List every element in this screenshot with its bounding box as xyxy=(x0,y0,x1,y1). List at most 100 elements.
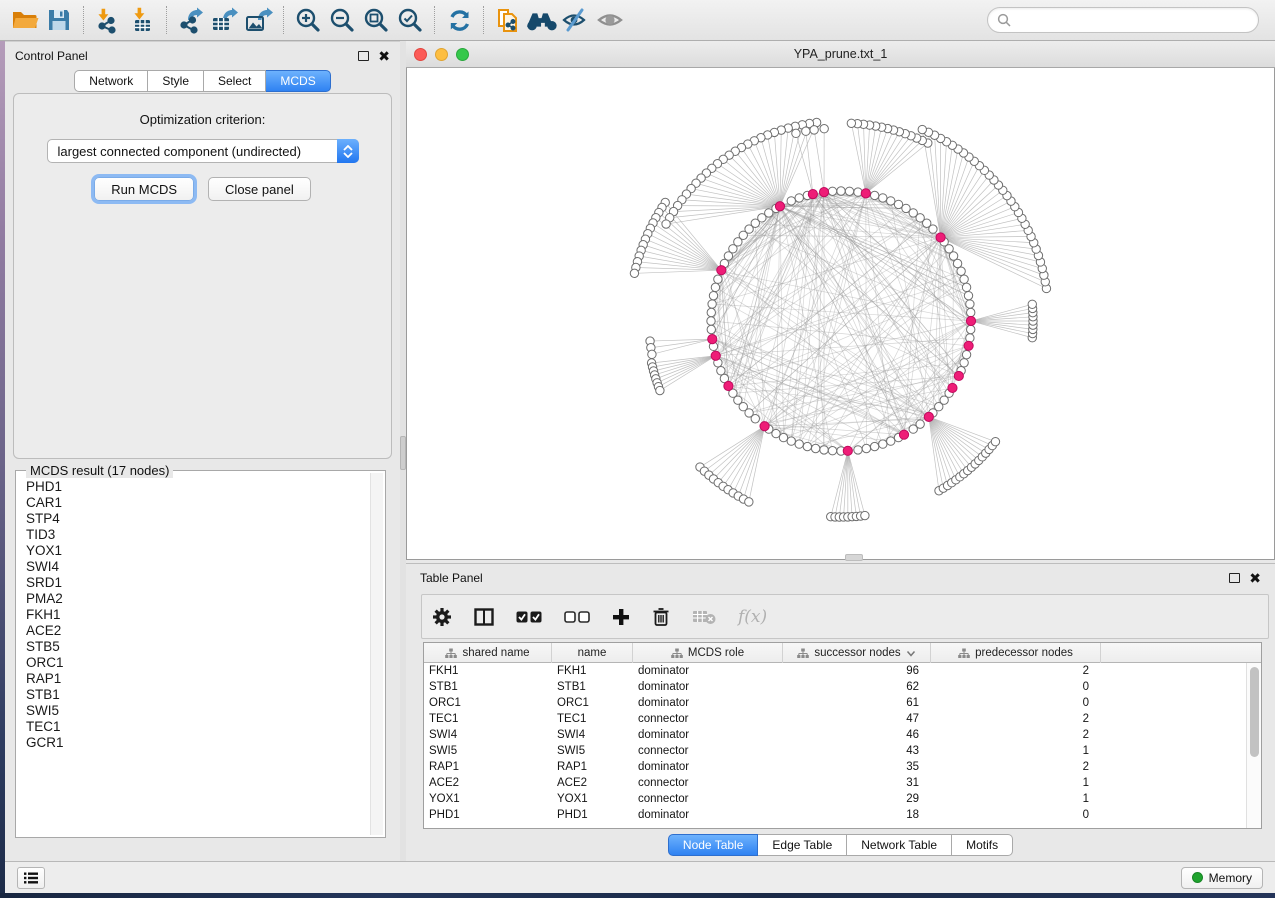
mcds-result-item[interactable]: SWI5 xyxy=(26,703,369,719)
table-cell[interactable]: 0 xyxy=(931,697,1101,709)
table-cell[interactable]: RAP1 xyxy=(552,761,633,773)
graph-node[interactable] xyxy=(887,437,895,445)
table-cell[interactable]: dominator xyxy=(633,665,783,677)
tab-motifs[interactable]: Motifs xyxy=(952,834,1013,856)
float-table-panel-icon[interactable] xyxy=(1229,573,1240,583)
table-cell[interactable]: 2 xyxy=(931,729,1101,741)
table-cell[interactable]: 29 xyxy=(783,793,931,805)
hide-selected-button[interactable] xyxy=(559,4,593,36)
graph-node[interactable] xyxy=(1028,300,1036,308)
graph-node[interactable] xyxy=(714,275,722,283)
graph-node[interactable] xyxy=(648,350,656,358)
graph-hub-node[interactable] xyxy=(899,430,908,439)
table-cell[interactable]: PHD1 xyxy=(424,809,552,821)
search-input[interactable] xyxy=(1016,13,1249,27)
graph-node[interactable] xyxy=(967,308,975,316)
graph-node[interactable] xyxy=(828,447,836,455)
search-network-button[interactable] xyxy=(525,4,559,36)
graph-node[interactable] xyxy=(916,420,924,428)
table-cell[interactable]: ACE2 xyxy=(424,777,552,789)
graph-node[interactable] xyxy=(960,359,968,367)
graph-hub-node[interactable] xyxy=(966,316,975,325)
tab-edge-table[interactable]: Edge Table xyxy=(758,834,847,856)
table-cell[interactable]: 1 xyxy=(931,745,1101,757)
table-cell[interactable]: SWI5 xyxy=(424,745,552,757)
add-column-icon[interactable] xyxy=(612,608,630,626)
table-cell[interactable]: dominator xyxy=(633,761,783,773)
float-panel-icon[interactable] xyxy=(358,51,369,61)
graph-node[interactable] xyxy=(802,127,810,135)
table-cell[interactable]: 43 xyxy=(783,745,931,757)
table-cell[interactable]: 0 xyxy=(931,809,1101,821)
table-cell[interactable]: ACE2 xyxy=(552,777,633,789)
graph-hub-node[interactable] xyxy=(724,381,733,390)
table-row[interactable]: SWI4SWI4dominator462 xyxy=(424,727,1246,743)
table-row[interactable]: ORC1ORC1dominator610 xyxy=(424,695,1246,711)
graph-node[interactable] xyxy=(795,194,803,202)
close-panel-button[interactable]: Close panel xyxy=(208,177,311,201)
graph-node[interactable] xyxy=(879,194,887,202)
table-cell[interactable]: connector xyxy=(633,745,783,757)
graph-node[interactable] xyxy=(707,308,715,316)
zoom-fit-button[interactable] xyxy=(359,4,393,36)
mcds-result-item[interactable]: TID3 xyxy=(26,527,369,543)
graph-node[interactable] xyxy=(795,440,803,448)
network-window-titlebar[interactable]: YPA_prune.txt_1 xyxy=(406,41,1275,68)
graph-node[interactable] xyxy=(828,187,836,195)
tab-mcds[interactable]: MCDS xyxy=(266,70,330,92)
table-row[interactable]: PHD1PHD1dominator180 xyxy=(424,807,1246,823)
graph-node[interactable] xyxy=(707,317,715,325)
graph-hub-node[interactable] xyxy=(924,412,933,421)
horizontal-splitter-handle[interactable] xyxy=(845,554,863,561)
table-cell[interactable]: 2 xyxy=(931,761,1101,773)
search-box[interactable] xyxy=(987,7,1259,33)
table-cell[interactable]: 96 xyxy=(783,665,931,677)
column-header-name[interactable]: name xyxy=(552,643,633,663)
table-cell[interactable]: SWI5 xyxy=(552,745,633,757)
column-header-MCDS-role[interactable]: MCDS role xyxy=(633,643,783,663)
mcds-result-item[interactable]: YOX1 xyxy=(26,543,369,559)
export-table-button[interactable] xyxy=(208,4,242,36)
table-cell[interactable]: 62 xyxy=(783,681,931,693)
table-cell[interactable]: 1 xyxy=(931,777,1101,789)
import-table-button[interactable] xyxy=(125,4,159,36)
table-cell[interactable]: dominator xyxy=(633,729,783,741)
show-frames-button[interactable] xyxy=(17,867,45,889)
table-cell[interactable]: dominator xyxy=(633,697,783,709)
table-cell[interactable]: SWI4 xyxy=(552,729,633,741)
table-cell[interactable]: dominator xyxy=(633,809,783,821)
graph-node[interactable] xyxy=(962,350,970,358)
mcds-result-item[interactable]: CAR1 xyxy=(26,495,369,511)
table-cell[interactable]: TEC1 xyxy=(552,713,633,725)
graph-node[interactable] xyxy=(810,126,818,134)
graph-hub-node[interactable] xyxy=(861,189,870,198)
network-canvas[interactable] xyxy=(406,68,1275,560)
table-cell[interactable]: RAP1 xyxy=(424,761,552,773)
mcds-result-item[interactable]: GCR1 xyxy=(26,735,369,751)
delete-column-icon[interactable] xyxy=(652,607,670,627)
import-network-button[interactable] xyxy=(91,4,125,36)
graph-hub-node[interactable] xyxy=(708,334,717,343)
close-table-panel-icon[interactable]: ✖ xyxy=(1249,573,1261,583)
export-image-button[interactable] xyxy=(242,4,276,36)
export-network-button[interactable] xyxy=(174,4,208,36)
table-cell[interactable]: connector xyxy=(633,713,783,725)
select-all-icon[interactable] xyxy=(516,611,542,623)
mcds-result-item[interactable]: SRD1 xyxy=(26,575,369,591)
graph-hub-node[interactable] xyxy=(808,189,817,198)
tab-network[interactable]: Network xyxy=(74,70,148,92)
table-cell[interactable]: YOX1 xyxy=(552,793,633,805)
graph-node[interactable] xyxy=(957,267,965,275)
table-cell[interactable]: 31 xyxy=(783,777,931,789)
table-cell[interactable]: FKH1 xyxy=(424,665,552,677)
optimization-criterion-dropdown[interactable]: largest connected component (undirected) xyxy=(47,139,359,163)
graph-hub-node[interactable] xyxy=(964,341,973,350)
graph-node[interactable] xyxy=(709,291,717,299)
mcds-result-item[interactable]: STP4 xyxy=(26,511,369,527)
graph-node[interactable] xyxy=(803,442,811,450)
graph-node[interactable] xyxy=(879,440,887,448)
graph-node[interactable] xyxy=(717,367,725,375)
graph-node[interactable] xyxy=(630,269,638,277)
mcds-result-list[interactable]: PHD1CAR1STP4TID3YOX1SWI4SRD1PMA2FKH1ACE2… xyxy=(18,473,369,835)
save-button[interactable] xyxy=(42,4,76,36)
